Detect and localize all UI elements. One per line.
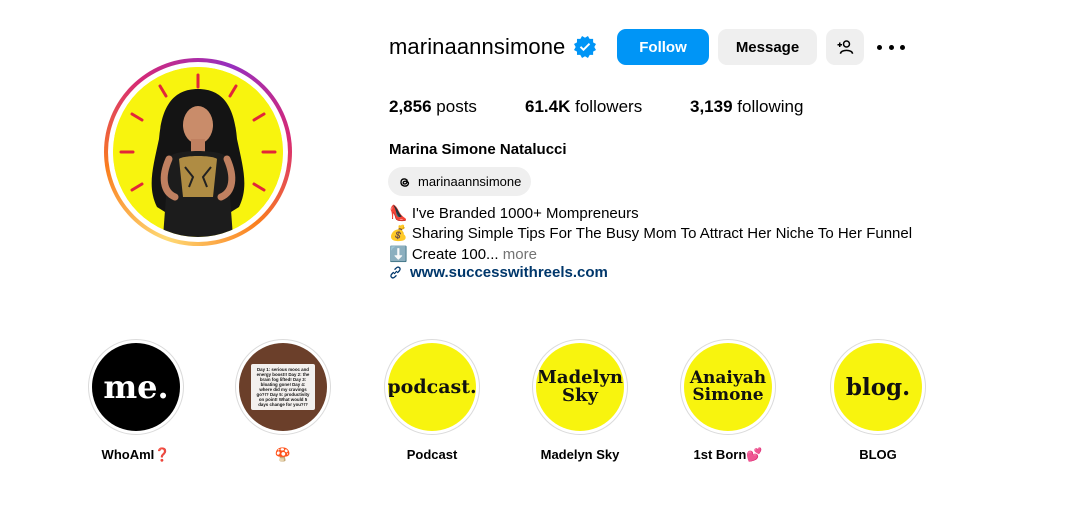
highlight-cover: Anaiyah Simone: [684, 343, 772, 431]
verified-badge-icon: [574, 36, 596, 58]
highlight-mushroom[interactable]: Day 1: serious mooc and energy boost!! D…: [213, 339, 353, 463]
posts-number: 2,856: [389, 97, 432, 116]
threads-icon: [400, 177, 410, 187]
dot-icon: [877, 44, 882, 50]
highlight-ring: Madelyn Sky: [532, 339, 628, 435]
more-options-button[interactable]: [877, 37, 905, 57]
bio-line-1: 👠 I've Branded 1000+ Mompreneurs: [389, 205, 639, 222]
add-person-icon: [837, 40, 854, 54]
highlight-ring: Day 1: serious mooc and energy boost!! D…: [235, 339, 331, 435]
dot-icon: [888, 44, 894, 50]
posts-label: posts: [436, 97, 477, 116]
profile-full-name: Marina Simone Natalucci: [389, 141, 567, 158]
highlight-podcast[interactable]: podcast. Podcast: [362, 339, 502, 462]
highlight-blog[interactable]: blog. BLOG: [808, 339, 948, 462]
highlight-cover: podcast.: [388, 343, 476, 431]
highlight-label: Madelyn Sky: [540, 447, 620, 462]
website-row[interactable]: www.successwithreels.com: [389, 264, 608, 281]
followers-link[interactable]: 61.4K followers: [525, 97, 642, 117]
highlight-madelyn-sky[interactable]: Madelyn Sky Madelyn Sky: [510, 339, 650, 462]
highlight-ring: me.: [88, 339, 184, 435]
threads-handle: marinaannsimone: [418, 174, 522, 189]
follow-button[interactable]: Follow: [617, 29, 709, 65]
profile-avatar-story-ring[interactable]: [104, 58, 292, 246]
highlight-ring: blog.: [830, 339, 926, 435]
highlight-ring: Anaiyah Simone: [680, 339, 776, 435]
bio-line-3: ⬇️ Create 100... more: [389, 245, 537, 263]
suggested-accounts-button[interactable]: [826, 29, 864, 65]
posts-count: 2,856 posts: [389, 97, 477, 117]
highlight-cover-text: Day 1: serious mooc and energy boost!! D…: [251, 363, 315, 411]
message-button[interactable]: Message: [718, 29, 817, 65]
profile-avatar: [113, 67, 283, 237]
highlight-label: 1st Born💕: [693, 447, 763, 462]
highlight-ring: podcast.: [384, 339, 480, 435]
highlight-cover: Day 1: serious mooc and energy boost!! D…: [239, 343, 327, 431]
bio-line-2: 💰 Sharing Simple Tips For The Busy Mom T…: [389, 225, 913, 242]
highlight-label: 🍄: [274, 447, 292, 462]
highlight-cover: blog.: [834, 343, 922, 431]
avatar-gap: [108, 62, 288, 242]
dot-icon: [900, 44, 905, 50]
highlight-cover: me.: [92, 343, 180, 431]
highlight-cover: Madelyn Sky: [536, 343, 624, 431]
highlight-whoami[interactable]: me. WhoAmI❓: [66, 339, 206, 463]
website-link[interactable]: www.successwithreels.com: [410, 264, 608, 281]
following-link[interactable]: 3,139 following: [690, 97, 803, 117]
highlight-label: Podcast: [406, 447, 458, 462]
highlight-label: WhoAmI❓: [101, 447, 171, 462]
link-icon: [390, 266, 401, 279]
followers-label: followers: [575, 97, 643, 116]
highlight-1st-born[interactable]: Anaiyah Simone 1st Born💕: [658, 339, 798, 463]
bio-line-3-text: ⬇️ Create 100...: [389, 246, 499, 263]
bio-more-link[interactable]: more: [503, 246, 537, 263]
followers-number: 61.4K: [525, 97, 571, 116]
following-number: 3,139: [690, 97, 733, 116]
profile-username: marinaannsimone: [389, 34, 566, 59]
avatar-photo: [113, 67, 283, 237]
highlight-label: BLOG: [859, 447, 897, 462]
threads-profile-link[interactable]: marinaannsimone: [388, 167, 532, 196]
following-label: following: [737, 97, 804, 116]
